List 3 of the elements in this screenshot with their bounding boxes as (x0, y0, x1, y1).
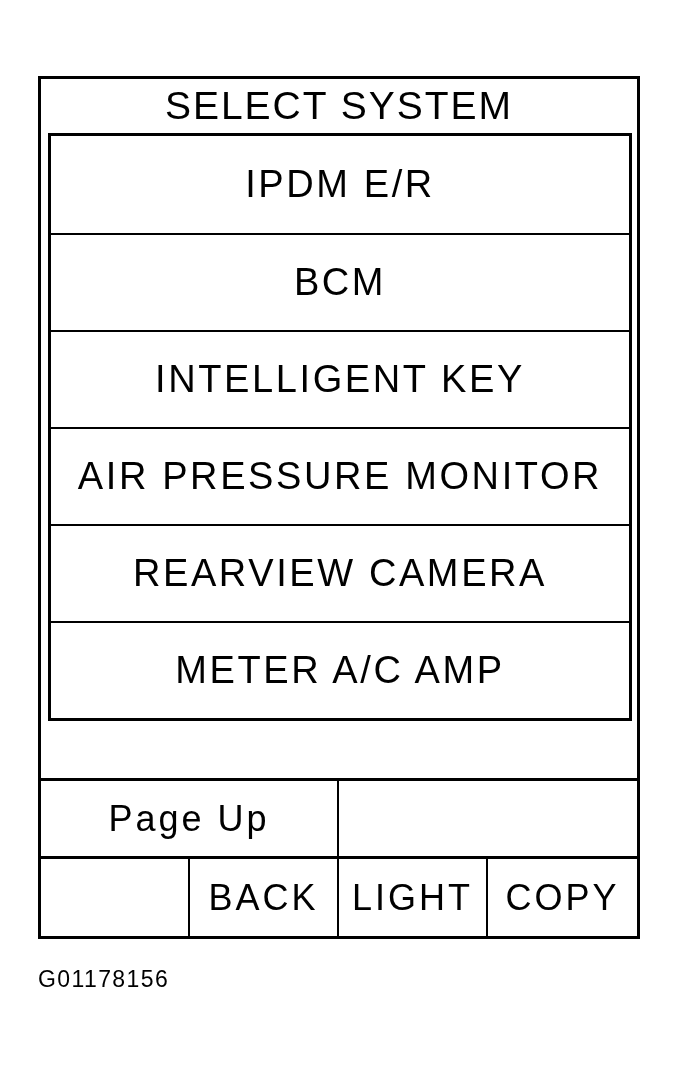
key-button[interactable]: Page Up (41, 781, 339, 859)
figure-code: G01178156 (38, 966, 170, 992)
screen-title: SELECT SYSTEM (164, 84, 514, 128)
